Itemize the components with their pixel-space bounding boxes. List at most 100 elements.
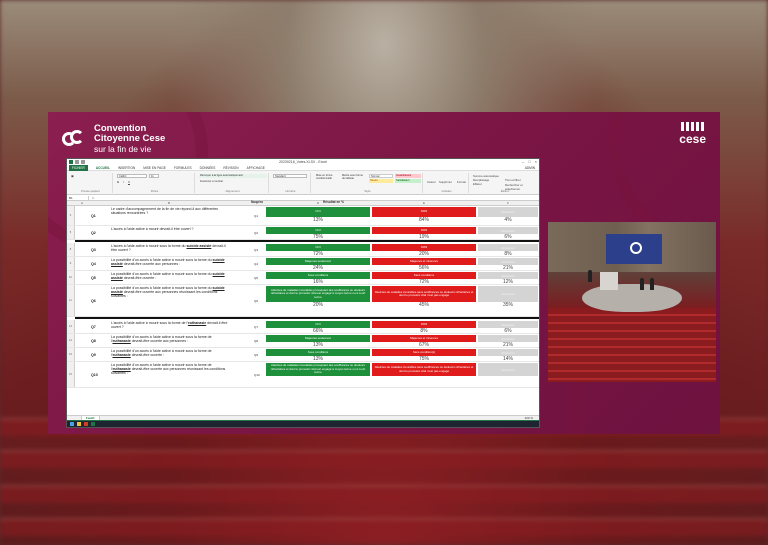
excel-taskbar-icon[interactable] [91,422,95,426]
question-id[interactable]: Q1 [91,214,96,218]
col-header-e[interactable]: E [371,201,477,205]
answer-yes-cell[interactable]: Sous conditions [266,272,370,279]
row-number[interactable]: 11 [67,285,75,316]
answer-no-cell[interactable]: NON [372,321,476,328]
answer-yes-cell[interactable]: Atteintes de maladies incurables provoqu… [266,286,370,302]
question-text[interactable]: La possibilité d'un accès à l'aide activ… [111,258,231,266]
row-number[interactable]: 16 [67,362,75,387]
no-percent[interactable]: 45% [372,302,476,308]
question-id[interactable]: Q4 [91,262,96,266]
answer-abstention-cell[interactable]: Abstention [478,258,538,265]
answer-no-cell[interactable]: NON [372,207,476,217]
answer-no-cell[interactable]: Majeures et mineures [372,335,476,342]
row-number[interactable]: 13 [67,320,75,333]
format-button[interactable]: Format [457,180,466,184]
answer-no-cell[interactable]: Atteintes de maladies incurables sans so… [372,286,476,302]
tab-insert[interactable]: INSERTION [118,166,135,170]
tab-file[interactable]: FICHIER [69,164,88,171]
row-number[interactable]: 8 [67,243,75,256]
answer-abstention-cell[interactable]: Abstention [478,335,538,342]
maximize-icon[interactable]: □ [528,159,530,164]
row-number[interactable]: 14 [67,334,75,347]
style-satisfaisant[interactable]: Satisfaisant [395,179,421,183]
save-icon[interactable] [75,160,79,164]
table-format-button[interactable]: Mettre sous forme de tableau [341,174,365,180]
question-id[interactable]: Q5 [91,276,96,280]
question-code[interactable]: Q1 [254,214,258,218]
answer-yes-cell[interactable]: OUI [266,207,370,217]
minimize-icon[interactable]: – [522,159,524,164]
question-code[interactable]: Q7 [254,325,258,329]
answer-abstention-cell[interactable]: Abstention [478,227,538,234]
undo-icon[interactable] [81,160,85,164]
tab-review[interactable]: RÉVISION [223,166,238,170]
answer-no-cell[interactable]: Majeures et mineures [372,258,476,265]
answer-yes-cell[interactable]: Atteintes de maladies incurables provoqu… [266,363,370,376]
conditional-format-button[interactable]: Mise en forme conditionnelle [315,174,339,180]
yes-percent[interactable]: 13% [266,217,370,223]
answer-abstention-cell[interactable]: Abstention [478,321,538,328]
question-id[interactable]: Q7 [91,325,96,329]
question-text[interactable]: La possibilité d'un accès à l'aide activ… [111,363,231,376]
style-normal[interactable]: Normal [369,174,393,178]
wrap-text-button[interactable]: Renvoyer à la ligne automatiquement [199,174,267,178]
answer-abstention-cell[interactable]: Abstention [478,244,538,251]
col-header-f[interactable]: F [477,201,539,205]
question-id[interactable]: Q3 [91,248,96,252]
question-id[interactable]: Q2 [91,231,96,235]
question-id[interactable]: Q9 [91,353,96,357]
delete-button[interactable]: Supprimer [439,180,452,184]
name-box[interactable]: B1 [67,195,89,200]
answer-abstention-cell[interactable]: Abstention [478,207,538,217]
answer-no-cell[interactable]: NON [372,244,476,251]
font-size-select[interactable]: 11 [149,174,159,178]
fx-icon[interactable]: fx [89,196,94,200]
question-code[interactable]: Q9 [254,353,258,357]
answer-no-cell[interactable]: Sans condition(s) [372,349,476,356]
row-number[interactable]: 10 [67,271,75,284]
question-code[interactable]: Q6 [254,299,258,303]
start-icon[interactable] [70,422,74,426]
yes-percent[interactable]: 20% [266,302,370,308]
answer-yes-cell[interactable]: Sous conditions [266,349,370,356]
answer-no-cell[interactable]: Sans conditions [372,272,476,279]
question-text[interactable]: La possibilité d'un accès à l'aide activ… [111,335,231,343]
question-text[interactable]: Le cadre d'accompagnement de la fin de v… [111,207,231,215]
abstention-percent[interactable]: 35% [478,302,538,308]
answer-yes-cell[interactable]: OUI [266,227,370,234]
question-code[interactable]: Q2 [254,231,258,235]
bold-button[interactable]: G [117,180,119,184]
tab-home[interactable]: ACCUEIL [96,166,110,170]
answer-yes-cell[interactable]: Majeures seulement [266,335,370,342]
answer-abstention-cell[interactable]: Abstention [478,349,538,356]
col-header-a[interactable]: A [75,201,89,205]
app-icon[interactable] [84,422,88,426]
answer-no-cell[interactable]: Atteintes de maladies incurables sans so… [372,363,476,376]
answer-yes-cell[interactable]: OUI [266,244,370,251]
answer-abstention-cell[interactable]: Abstention [478,286,538,302]
sort-filter-button[interactable]: Trier et filtrer [505,178,521,182]
row-number[interactable]: 9 [67,257,75,270]
answer-yes-cell[interactable]: OUI [266,321,370,328]
col-header-d[interactable]: D [265,201,371,205]
merge-center-button[interactable]: Fusionner et centrer [199,180,267,184]
col-header-b[interactable]: B [89,201,249,205]
tab-formulas[interactable]: FORMULES [174,166,192,170]
question-code[interactable]: Q8 [254,339,258,343]
question-code[interactable]: Q3 [254,248,258,252]
style-insatisfaisant[interactable]: Insatisfaisant [395,174,421,178]
explorer-icon[interactable] [77,422,81,426]
answer-abstention-cell[interactable]: Abstention [478,363,538,376]
question-id[interactable]: Q8 [91,339,96,343]
style-neutre[interactable]: Neutre [369,179,393,183]
tab-view[interactable]: AFFICHAGE [247,166,265,170]
italic-button[interactable]: I [123,180,124,184]
tab-data[interactable]: DONNÉES [200,166,216,170]
row-number[interactable]: 15 [67,348,75,361]
clear-button[interactable]: Effacer [473,182,482,186]
close-icon[interactable]: × [535,159,537,164]
number-format-select[interactable]: Standard [273,174,307,178]
no-percent[interactable]: 84% [372,217,476,223]
tab-page-layout[interactable]: MISE EN PAGE [143,166,166,170]
answer-yes-cell[interactable]: Majeures seulement [266,258,370,265]
